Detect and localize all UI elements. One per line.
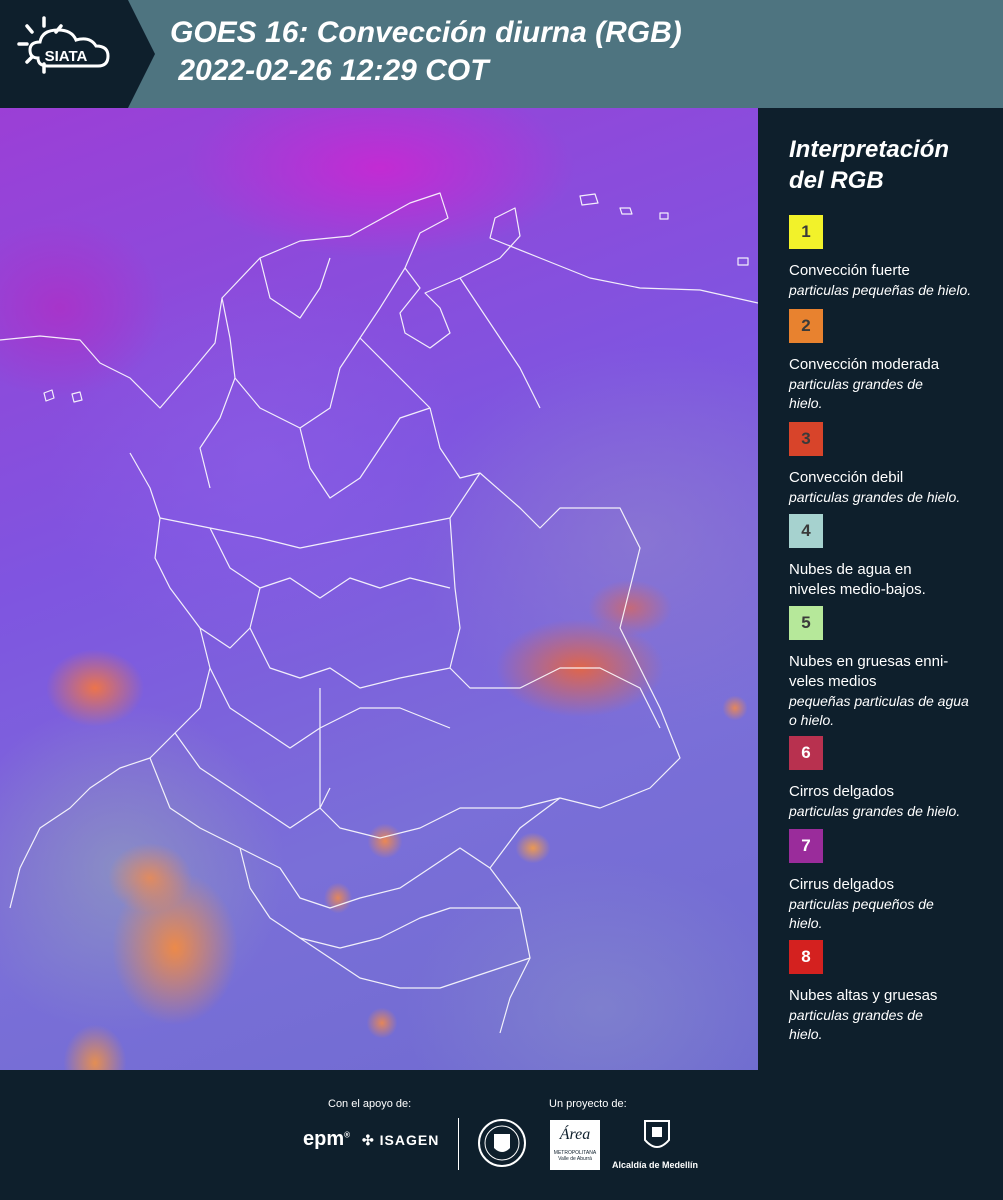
legend-sub-text: particulas grandes de hielo. [789, 803, 961, 819]
legend-sub-text: particulas pequeños de hielo. [789, 896, 934, 931]
legend-main-text: Nubes de agua en niveles medio-bajos. [789, 561, 926, 598]
support-label: Con el apoyo de: [328, 1098, 412, 1110]
legend-sub-text: particulas grandes de hielo. [789, 1007, 923, 1042]
legend-sub-text: particulas pequeñas de hielo. [789, 282, 972, 298]
title-line-2: 2022-02-26 12:29 COT [170, 54, 489, 87]
legend-number: 1 [801, 222, 811, 241]
legend-swatch: 7 [789, 829, 823, 863]
legend-main-text: Cirros delgados [789, 783, 895, 800]
legend-main-text: Cirrus delgados [789, 876, 895, 893]
legend-sub-text: pequeñas particulas de agua o hielo. [789, 693, 969, 728]
boundaries-overlay [0, 192, 758, 1034]
legend-number: 7 [801, 836, 811, 855]
legend-item-2: 2 Convección moderada particulas grandes… [789, 309, 999, 413]
satellite-map [0, 108, 758, 1070]
project-label: Un proyecto de: [549, 1098, 627, 1110]
legend-panel: Interpretación del RGB 1 Convección fuer… [758, 108, 1003, 1070]
legend-title-line-1: Interpretación [789, 136, 950, 163]
alcaldia-text: Alcaldía de Medellín [612, 1160, 699, 1170]
area-logo-text: Área [559, 1126, 591, 1143]
legend-swatch: 4 [789, 514, 823, 548]
legend-item-1: 1 Convección fuerte particulas pequeñas … [789, 215, 999, 300]
legend-main-text: Nubes altas y gruesas [789, 987, 938, 1004]
isagen-text: ISAGEN [379, 1132, 440, 1148]
epm-logo: epm® [303, 1128, 350, 1151]
legend-title: Interpretación del RGB [789, 134, 989, 196]
legend-swatch: 6 [789, 736, 823, 770]
header-bar: SIATA GOES 16: Convección diurna (RGB) 2… [0, 0, 1003, 108]
legend-number: 4 [801, 521, 811, 540]
legend-main-text: Convección debil [789, 469, 904, 486]
footer-divider [458, 1118, 459, 1170]
epm-text: epm [303, 1128, 345, 1150]
isagen-logo: ✣ ISAGEN [362, 1132, 439, 1149]
medellin-seal-icon [478, 1119, 526, 1167]
legend-sub-text: particulas grandes de hielo. [789, 376, 923, 411]
legend-item-6: 6 Cirros delgados particulas grandes de … [789, 736, 999, 821]
epm-mark: ® [344, 1130, 351, 1140]
isagen-star-icon: ✣ [362, 1132, 375, 1148]
area-metropolitana-logo: Área METROPOLITANA Valle de Aburrá [550, 1120, 600, 1170]
alcaldia-shield-icon [644, 1120, 670, 1148]
legend-main-text: Convección moderada [789, 356, 940, 373]
legend-title-line-2: del RGB [789, 167, 884, 194]
legend-main-text: Nubes en gruesas enni-veles medios [789, 653, 949, 690]
legend-number: 2 [801, 316, 811, 335]
siata-logo: SIATA [0, 0, 155, 108]
legend-item-8: 8 Nubes altas y gruesas particulas grand… [789, 940, 999, 1044]
logo-text: SIATA [45, 48, 88, 65]
legend-number: 5 [801, 613, 811, 632]
legend-number: 3 [801, 429, 811, 448]
title-line-1: GOES 16: Convección diurna (RGB) [170, 16, 682, 49]
legend-item-7: 7 Cirrus delgados particulas pequeños de… [789, 829, 999, 933]
legend-item-4: 4 Nubes de agua en niveles medio-bajos. [789, 514, 999, 600]
area-logo-sub2: Valle de Aburrá [558, 1156, 592, 1162]
legend-number: 6 [801, 743, 811, 762]
legend-item-3: 3 Convección debil particulas grandes de… [789, 422, 999, 507]
legend-number: 8 [801, 947, 811, 966]
legend-swatch: 2 [789, 309, 823, 343]
legend-sub-text: particulas grandes de hielo. [789, 489, 961, 505]
legend-swatch: 1 [789, 215, 823, 249]
legend-swatch: 5 [789, 606, 823, 640]
legend-swatch: 8 [789, 940, 823, 974]
footer: Con el apoyo de: Un proyecto de: epm® ✣ … [0, 1070, 1003, 1200]
legend-main-text: Convección fuerte [789, 262, 910, 279]
legend-swatch: 3 [789, 422, 823, 456]
legend-item-5: 5 Nubes en gruesas enni-veles medios peq… [789, 606, 999, 730]
page-title: GOES 16: Convección diurna (RGB) 2022-02… [170, 14, 682, 90]
